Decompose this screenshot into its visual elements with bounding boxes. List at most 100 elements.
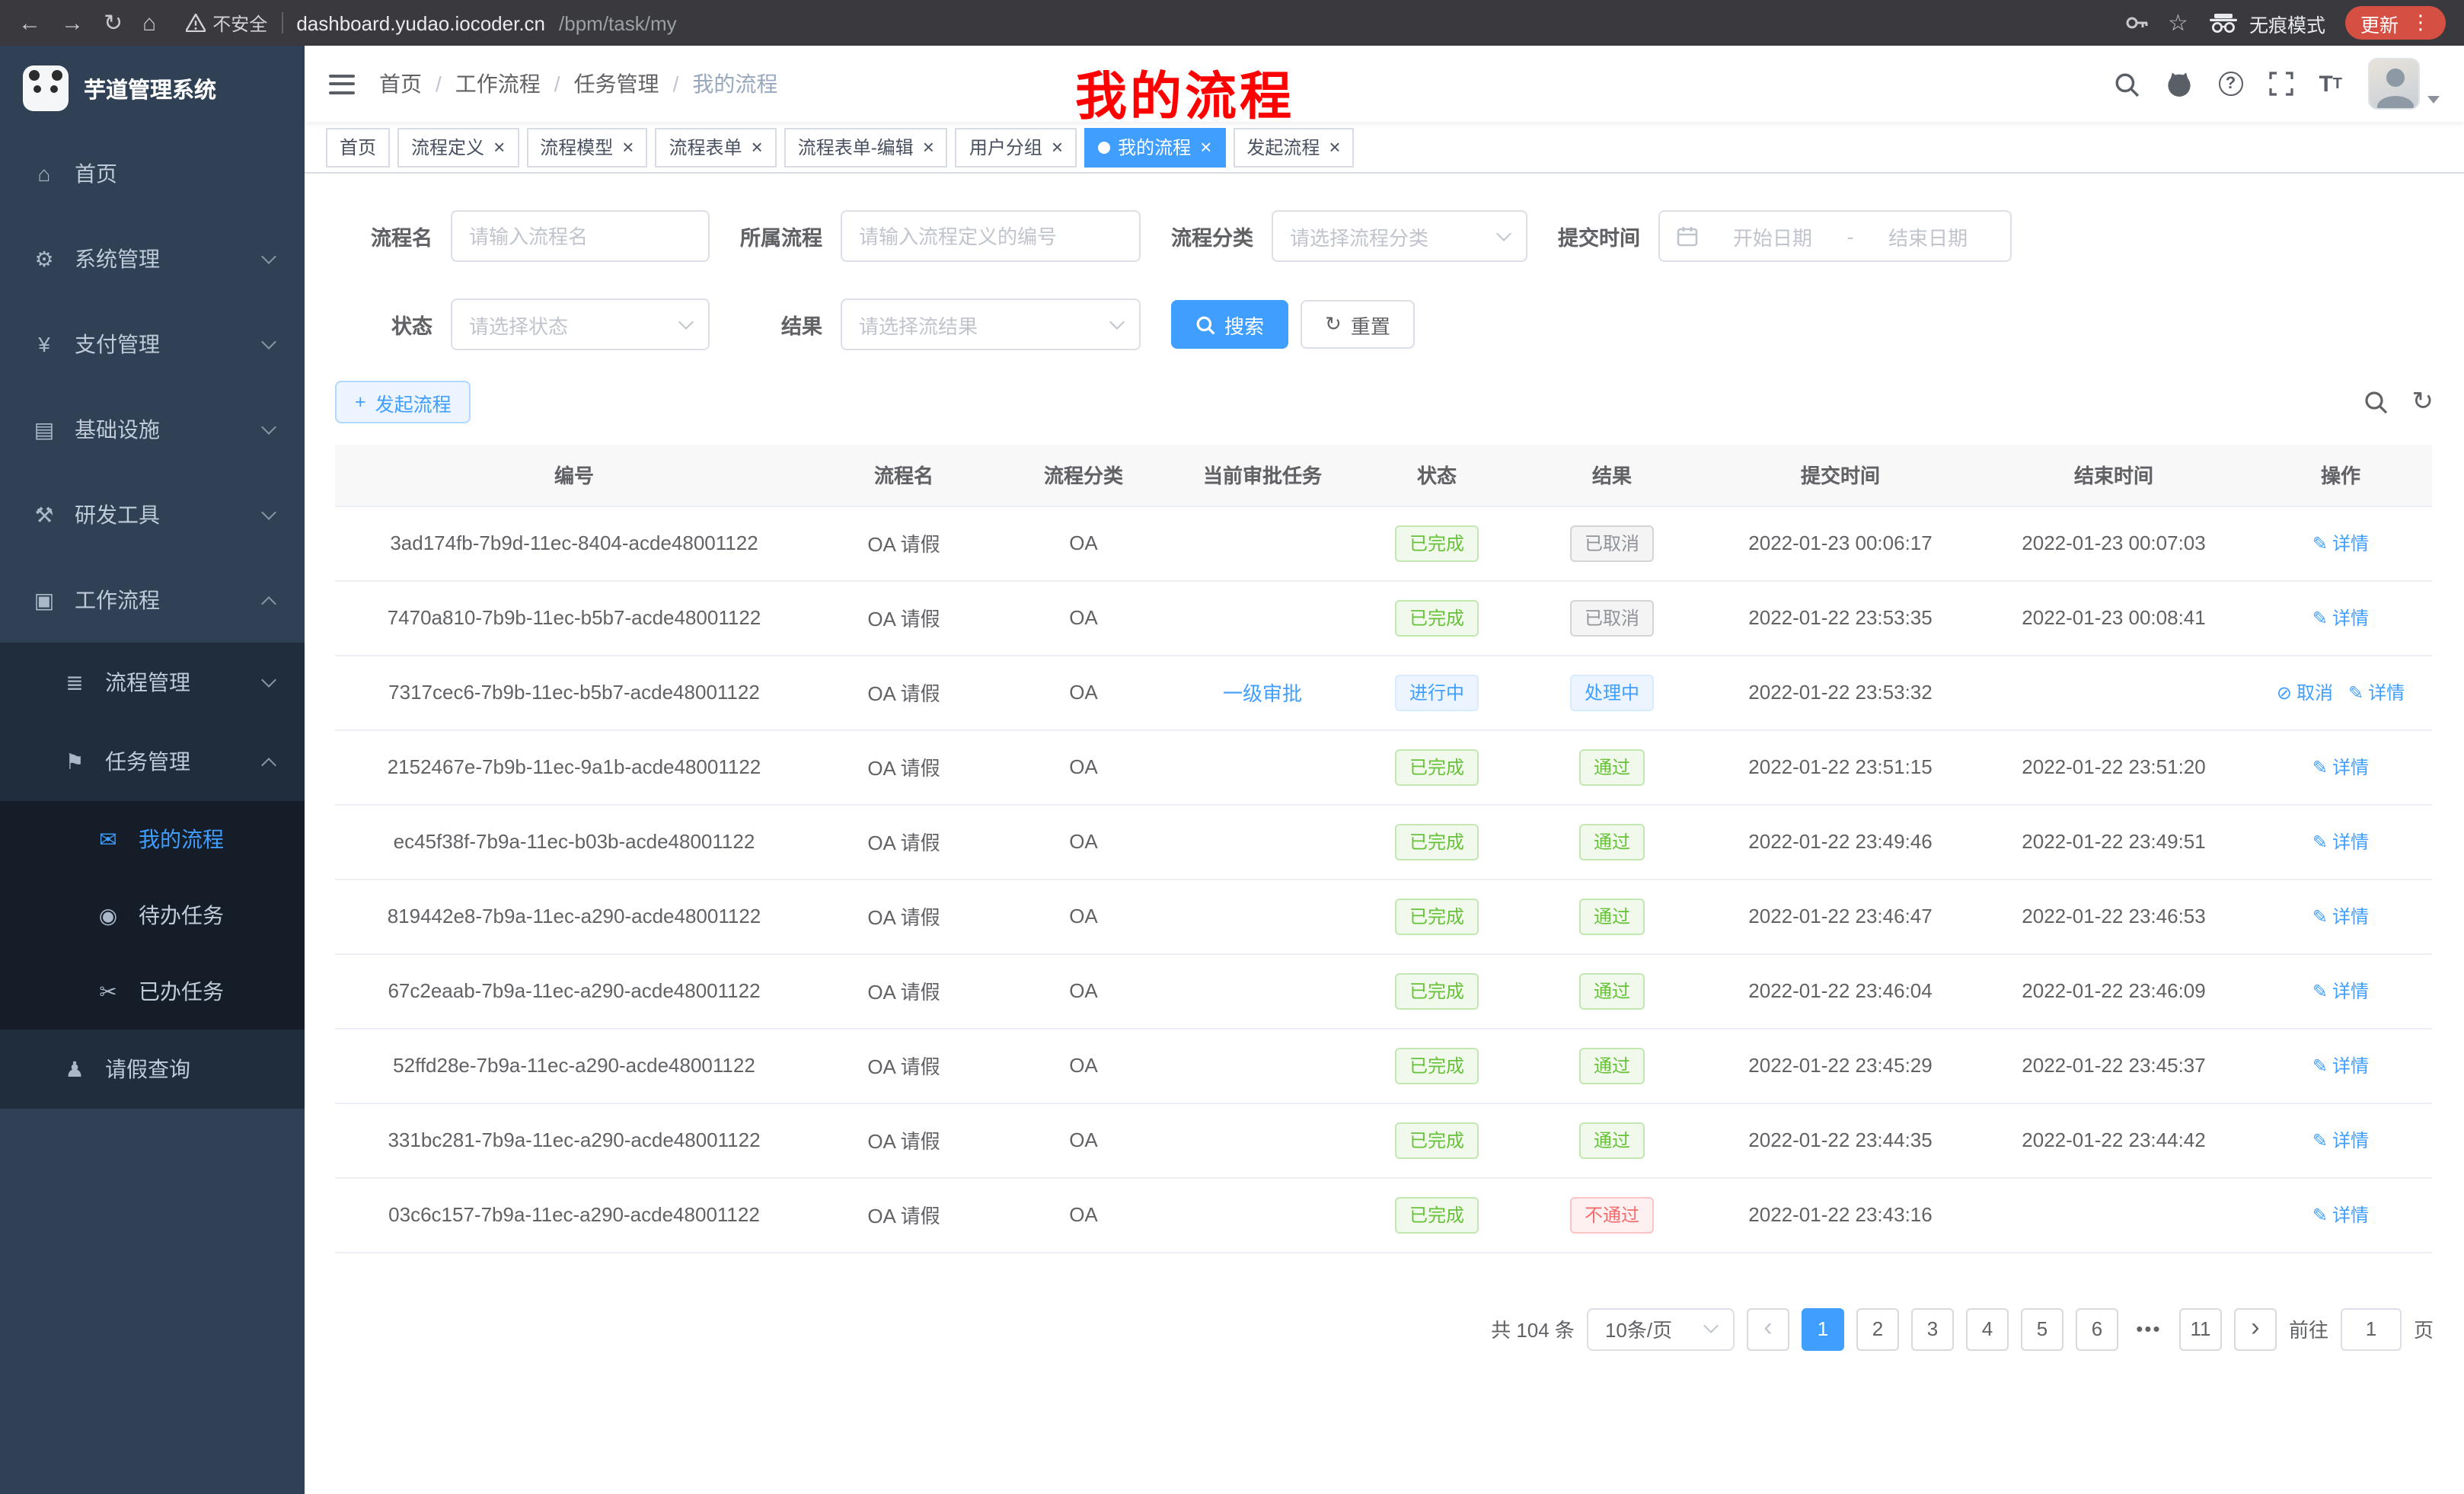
date-range-picker[interactable]: 开始日期 - 结束日期	[1658, 210, 2012, 262]
breadcrumb-item[interactable]: 首页	[379, 69, 422, 99]
column-header: 流程名	[813, 445, 994, 506]
cancel-link[interactable]: ⊘取消	[2277, 679, 2333, 705]
sidebar-item-leave-query[interactable]: ♟请假查询	[0, 1030, 305, 1109]
process-name-input[interactable]	[469, 225, 691, 247]
next-page-button[interactable]: ›	[2234, 1307, 2277, 1350]
cell-status: 已完成	[1352, 953, 1521, 1028]
security-warning[interactable]: 不安全	[185, 10, 267, 36]
detail-link[interactable]: ✎详情	[2312, 1127, 2369, 1153]
pagination-ellipsis[interactable]: •••	[2130, 1317, 2167, 1340]
page-size-select[interactable]: 10条/页	[1587, 1307, 1735, 1350]
tab-流程模型[interactable]: 流程模型×	[526, 127, 647, 167]
end-date-placeholder[interactable]: 结束日期	[1862, 222, 1993, 251]
detail-link[interactable]: ✎详情	[2312, 978, 2369, 1004]
payment-icon: ¥	[30, 332, 58, 356]
page-4[interactable]: 4	[1966, 1307, 2009, 1350]
sidebar-item-done-task[interactable]: ✂已办任务	[0, 953, 305, 1030]
avatar[interactable]	[2368, 58, 2420, 110]
prev-page-button[interactable]: ‹	[1747, 1307, 1789, 1350]
detail-link[interactable]: ✎详情	[2312, 1052, 2369, 1078]
sidebar-item-task-management[interactable]: ⚑任务管理	[0, 722, 305, 801]
detail-link[interactable]: ✎详情	[2312, 754, 2369, 780]
sidebar-item-infrastructure[interactable]: ▤基础设施	[0, 387, 305, 472]
sidebar-item-my-process[interactable]: ✉我的流程	[0, 801, 305, 877]
page-11[interactable]: 11	[2179, 1307, 2222, 1350]
forward-icon[interactable]: →	[61, 11, 84, 34]
home-icon[interactable]: ⌂	[142, 11, 156, 34]
page-6[interactable]: 6	[2076, 1307, 2118, 1350]
address-bar[interactable]: 不安全 dashboard.yudao.iocoder.cn/bpm/task/…	[185, 10, 2104, 36]
reload-icon[interactable]: ↻	[104, 11, 123, 34]
tab-label: 流程定义	[411, 134, 484, 160]
tab-流程表单[interactable]: 流程表单×	[655, 127, 776, 167]
sidebar-item-label: 支付管理	[75, 329, 160, 359]
breadcrumb-item[interactable]: 任务管理	[574, 69, 659, 99]
breadcrumb-item[interactable]: 工作流程	[455, 69, 541, 99]
bookmark-star-icon[interactable]: ☆	[2168, 11, 2188, 34]
detail-link[interactable]: ✎详情	[2312, 903, 2369, 929]
page-3[interactable]: 3	[1911, 1307, 1954, 1350]
chevron-down-icon	[1703, 1318, 1719, 1333]
result-select[interactable]: 请选择流结果	[841, 298, 1141, 350]
chrome-right: ☆ 无痕模式 更新 ⋮	[2124, 6, 2446, 40]
page-5[interactable]: 5	[2021, 1307, 2063, 1350]
sidebar-item-process-management[interactable]: ≣流程管理	[0, 643, 305, 722]
cell-id: 52ffd28e-7b9a-11ec-a290-acde48001122	[335, 1028, 813, 1103]
close-icon[interactable]: ×	[752, 137, 763, 157]
sidebar-item-home[interactable]: ⌂首页	[0, 131, 305, 216]
close-icon[interactable]: ×	[1329, 137, 1340, 157]
github-icon[interactable]	[2165, 70, 2192, 97]
detail-link[interactable]: ✎详情	[2312, 828, 2369, 854]
start-date-placeholder[interactable]: 开始日期	[1707, 222, 1838, 251]
update-button[interactable]: 更新 ⋮	[2345, 6, 2446, 40]
close-icon[interactable]: ×	[1052, 137, 1063, 157]
sidebar-item-payment-management[interactable]: ¥ 支付管理	[0, 302, 305, 387]
user-menu[interactable]	[2368, 58, 2440, 110]
fullscreen-icon[interactable]	[2268, 72, 2293, 96]
process-id-input[interactable]	[859, 225, 1122, 247]
detail-link[interactable]: ✎详情	[2312, 1202, 2369, 1227]
menu-kebab-icon[interactable]: ⋮	[2411, 11, 2430, 35]
status-select[interactable]: 请选择状态	[451, 298, 710, 350]
back-icon[interactable]: ←	[18, 11, 41, 34]
reset-button[interactable]: ↻ 重置	[1301, 300, 1415, 349]
page-1[interactable]: 1	[1802, 1307, 1844, 1350]
refresh-icon[interactable]: ↻	[2412, 387, 2434, 417]
action-label: 详情	[2332, 1127, 2369, 1153]
create-process-button[interactable]: + 发起流程	[335, 381, 471, 423]
key-icon[interactable]	[2124, 11, 2148, 35]
result-badge: 通过	[1580, 749, 1644, 785]
tab-发起流程[interactable]: 发起流程×	[1233, 127, 1354, 167]
sidebar-item-todo-task[interactable]: ◉待办任务	[0, 877, 305, 953]
tab-我的流程[interactable]: 我的流程×	[1084, 127, 1225, 167]
close-icon[interactable]: ×	[622, 137, 634, 157]
font-size-icon[interactable]: TT	[2319, 71, 2342, 97]
category-select[interactable]: 请选择流程分类	[1272, 210, 1527, 262]
close-icon[interactable]: ×	[1200, 137, 1211, 157]
tab-流程定义[interactable]: 流程定义 ×	[397, 127, 519, 167]
search-button[interactable]: 搜索	[1171, 300, 1288, 349]
close-icon[interactable]: ×	[923, 137, 934, 157]
search-icon[interactable]	[2113, 71, 2139, 97]
detail-link[interactable]: ✎详情	[2312, 530, 2369, 556]
help-icon[interactable]: ?	[2218, 72, 2242, 96]
close-icon[interactable]: ×	[493, 137, 505, 157]
sidebar-item-workflow[interactable]: ▣工作流程	[0, 557, 305, 643]
tab-用户分组[interactable]: 用户分组×	[956, 127, 1077, 167]
cell-status: 已完成	[1352, 1103, 1521, 1177]
task-link[interactable]: 一级审批	[1223, 682, 1302, 705]
result-badge: 通过	[1580, 1122, 1644, 1158]
hide-search-icon[interactable]	[2363, 390, 2388, 414]
hamburger-icon[interactable]	[329, 74, 355, 94]
sidebar-item-system-management[interactable]: ⚙系统管理	[0, 216, 305, 302]
page-2[interactable]: 2	[1856, 1307, 1899, 1350]
logo[interactable]: 芋道管理系统	[0, 46, 305, 131]
devtools-icon: ⚒	[30, 502, 58, 528]
detail-link[interactable]: ✎详情	[2312, 605, 2369, 630]
cell-actions: ✎详情	[2249, 1177, 2432, 1252]
tab-流程表单-编辑[interactable]: 流程表单-编辑×	[784, 127, 948, 167]
tab-首页[interactable]: 首页	[326, 127, 390, 167]
goto-page-input[interactable]	[2341, 1307, 2402, 1350]
sidebar-item-dev-tools[interactable]: ⚒研发工具	[0, 472, 305, 557]
detail-link[interactable]: ✎详情	[2348, 679, 2405, 705]
